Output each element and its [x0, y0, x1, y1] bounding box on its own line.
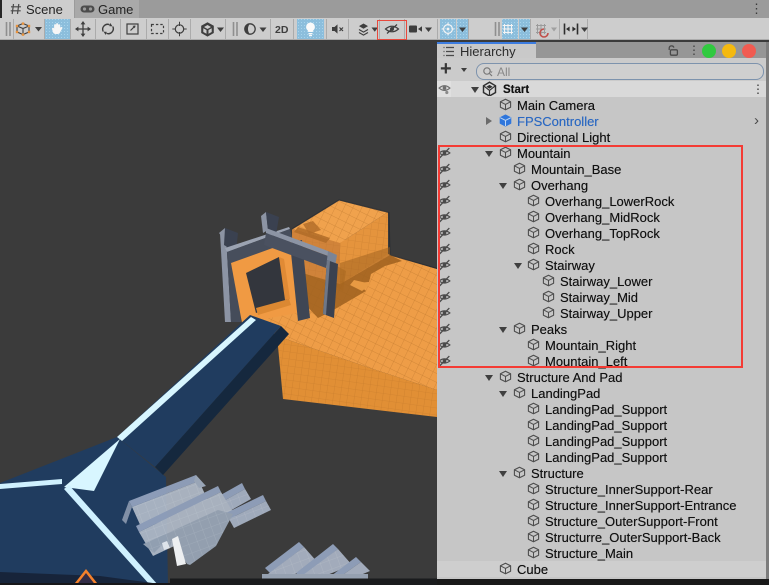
svg-text:2D: 2D — [275, 24, 289, 36]
